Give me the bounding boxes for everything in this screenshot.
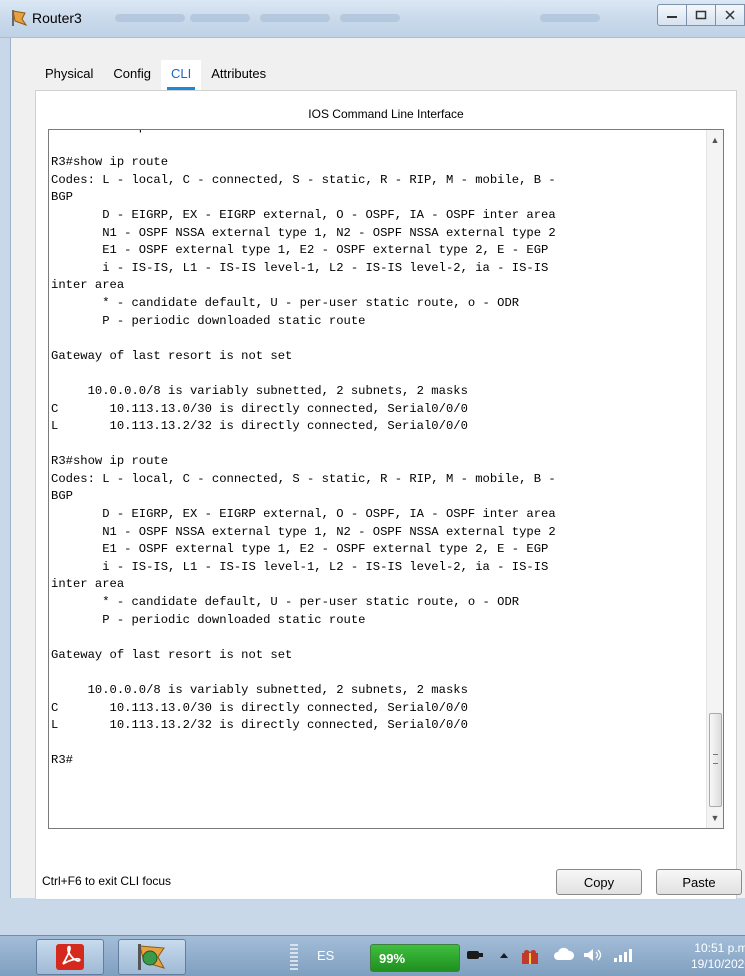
clock-time: 10:51 p.m. [694,941,745,955]
copy-button[interactable]: Copy [556,869,642,895]
close-icon [725,10,735,20]
packet-tracer-icon [138,944,166,970]
window-client-area: Physical Config CLI Attributes IOS Comma… [10,38,745,900]
blurred-tab [115,14,185,22]
show-hidden-icons-icon[interactable] [498,947,510,966]
grip-icon [713,754,718,764]
tab-config[interactable]: Config [103,60,161,90]
battery-indicator[interactable]: 99% [370,944,460,972]
minimize-icon [667,16,677,18]
terminal-scrollbar[interactable]: ▲ ▼ [706,130,723,828]
cli-focus-hint: Ctrl+F6 to exit CLI focus [42,874,172,888]
window-controls [657,4,745,26]
taskbar-pdf-reader[interactable] [36,939,104,975]
blurred-tab [260,14,330,22]
taskbar-packet-tracer[interactable] [118,939,186,975]
cli-panel: IOS Command Line Interface % Invalid inp… [35,90,742,900]
blurred-tab [190,14,250,22]
taskbar-gripper[interactable] [290,944,298,970]
language-indicator[interactable]: ES [317,948,334,963]
network-signal-icon[interactable] [612,947,634,966]
blurred-tab [340,14,400,22]
terminal-output[interactable]: % Invalid input detected at '^' marker. … [51,130,709,770]
gift-icon[interactable] [520,947,540,968]
volume-icon[interactable] [582,947,604,966]
cloud-icon[interactable] [553,947,575,964]
window-title: Router3 [32,10,82,26]
device-tabs: Physical Config CLI Attributes [35,60,276,90]
scrollbar-thumb[interactable] [709,713,722,807]
maximize-button[interactable] [686,4,716,26]
power-plug-icon[interactable] [465,947,485,966]
blurred-tab [540,14,600,22]
tab-cli[interactable]: CLI [161,60,202,90]
scroll-up-arrow-icon[interactable]: ▲ [707,132,723,148]
battery-percent: 99% [379,950,406,966]
maximize-icon [695,10,707,20]
scroll-down-arrow-icon[interactable]: ▼ [707,810,723,826]
cli-heading: IOS Command Line Interface [308,107,464,121]
system-clock[interactable]: 10:51 p.m. 19/10/2020 [691,940,745,972]
paste-button[interactable]: Paste [656,869,742,895]
tab-attributes[interactable]: Attributes [201,60,276,90]
taskbar: ES 99% 10:51 p.m. 19/10/2020 [0,935,745,976]
clock-date: 19/10/2020 [690,957,745,971]
tab-physical[interactable]: Physical [35,60,103,90]
minimize-button[interactable] [657,4,687,26]
router-app-icon [12,10,28,26]
close-button[interactable] [715,4,745,26]
pdf-icon [56,944,84,970]
cli-terminal[interactable]: % Invalid input detected at '^' marker. … [48,129,724,829]
title-bar[interactable]: Router3 [0,0,745,38]
